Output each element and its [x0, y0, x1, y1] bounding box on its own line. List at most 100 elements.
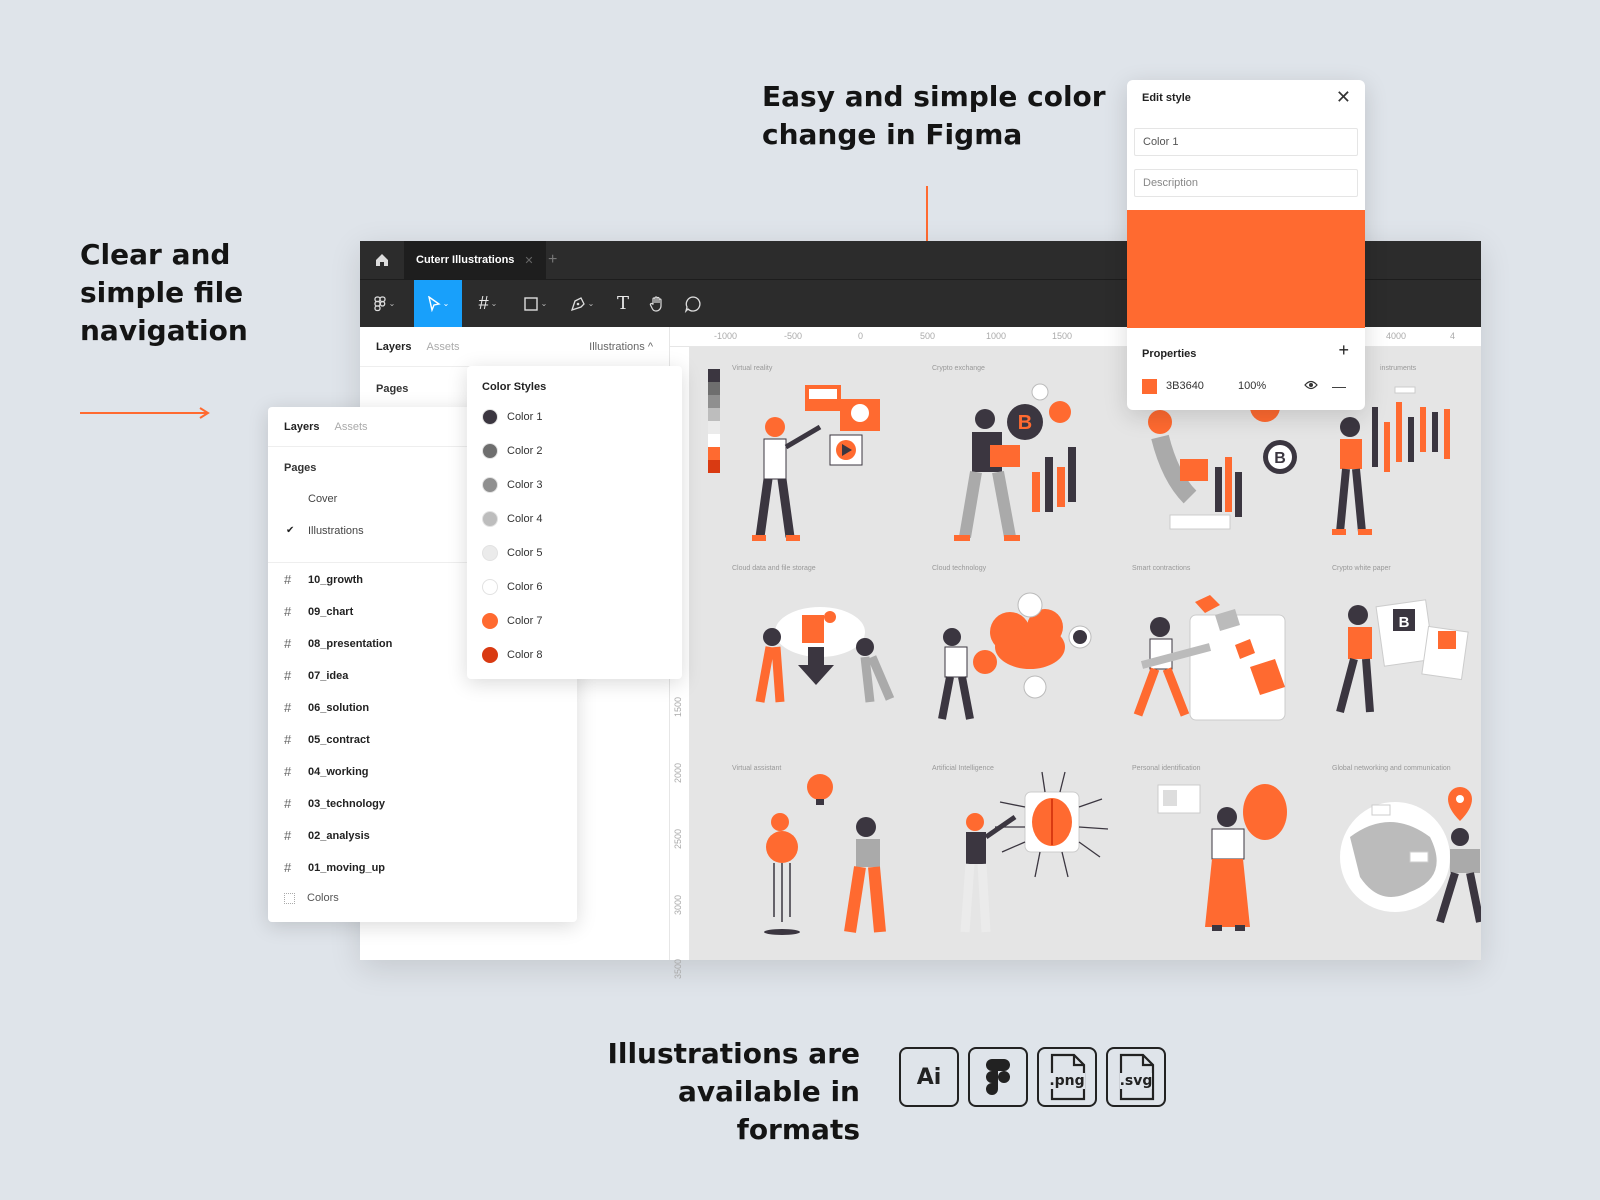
- fill-hex[interactable]: 3B3640: [1166, 380, 1238, 392]
- svg-text:B: B: [1399, 614, 1410, 631]
- frame-01-moving-up[interactable]: #01_moving_up: [284, 860, 385, 875]
- frame-label: 01_moving_up: [308, 861, 386, 874]
- frame-05-contract[interactable]: #05_contract: [284, 732, 370, 747]
- tab-assets[interactable]: Assets: [334, 421, 367, 433]
- fill-swatch[interactable]: [1142, 378, 1157, 394]
- ruler-tick: -500: [784, 331, 803, 341]
- frame-label: 06_solution: [308, 701, 370, 714]
- pages-label: Pages: [376, 383, 409, 395]
- color-style-7[interactable]: Color 7: [482, 613, 542, 629]
- plus-icon[interactable]: +: [548, 251, 557, 269]
- frame-03-technology[interactable]: #03_technology: [284, 796, 385, 811]
- ruler-tick: -1000: [714, 331, 738, 341]
- edit-style-panel: Edit style ✕ Color 1 Description Propert…: [1127, 80, 1365, 410]
- color-preview[interactable]: [1127, 210, 1365, 328]
- checkmark-icon: ✔: [286, 525, 295, 536]
- page-cover[interactable]: Cover: [308, 493, 337, 505]
- frame-label: 10_growth: [308, 573, 364, 586]
- frame-09-chart[interactable]: #09_chart: [284, 604, 353, 619]
- color-label: Color 7: [507, 615, 543, 627]
- hand-tool-icon[interactable]: [642, 280, 672, 327]
- frame-icon: #: [284, 636, 292, 651]
- tab-assets[interactable]: Assets: [426, 341, 459, 353]
- color-style-5[interactable]: Color 5: [482, 545, 542, 561]
- ruler-tick: 1500: [1052, 331, 1073, 341]
- tab-cuterr-illustrations[interactable]: Cuterr Illustrations ✕: [404, 241, 546, 279]
- ruler-tick: 3000: [673, 894, 683, 915]
- tab-layers[interactable]: Layers: [284, 421, 319, 433]
- ruler-tick: 4: [1450, 331, 1456, 341]
- color-style-4[interactable]: Color 4: [482, 511, 542, 527]
- illustrations-grid: B B B: [752, 383, 1481, 935]
- ruler-tick: 1500: [673, 696, 683, 717]
- home-icon[interactable]: [360, 241, 404, 279]
- frame-icon: #: [284, 796, 292, 811]
- eye-icon[interactable]: [1304, 380, 1318, 393]
- remove-icon[interactable]: —: [1332, 378, 1346, 394]
- pen-tool-icon[interactable]: ⌄: [562, 280, 602, 327]
- frame-04-working[interactable]: #04_working: [284, 764, 369, 779]
- frame-label: 03_technology: [308, 797, 386, 810]
- color-label: Color 2: [507, 445, 543, 457]
- arrow-right-icon: [80, 407, 210, 419]
- color-style-3[interactable]: Color 3: [482, 477, 542, 493]
- svg-text:B: B: [1018, 412, 1032, 434]
- tab-layers[interactable]: Layers: [376, 341, 411, 353]
- frame-label: Colors: [307, 892, 339, 904]
- ruler-tick: 2500: [673, 828, 683, 849]
- svg-format-icon: .svg: [1106, 1047, 1166, 1107]
- frame-label: 08_presentation: [308, 637, 393, 650]
- ruler-tick: 4000: [1386, 331, 1407, 341]
- frame-icon: #: [284, 732, 292, 747]
- page-selector[interactable]: Illustrations ^: [589, 341, 653, 353]
- add-property-icon[interactable]: +: [1338, 340, 1349, 361]
- illustration-virtual-reality: [752, 385, 880, 541]
- frame-tool-icon[interactable]: # ⌄: [468, 280, 508, 327]
- frame-08-presentation[interactable]: #08_presentation: [284, 636, 392, 651]
- color-style-6[interactable]: Color 6: [482, 579, 542, 595]
- text-tool-icon[interactable]: T: [608, 280, 638, 327]
- close-icon[interactable]: ✕: [524, 254, 533, 267]
- close-icon[interactable]: ✕: [1336, 87, 1351, 108]
- ai-format-label: Ai: [916, 1064, 942, 1090]
- page-illustrations[interactable]: Illustrations: [308, 525, 364, 537]
- color-styles-title: Color Styles: [482, 381, 547, 393]
- style-name-input[interactable]: Color 1: [1134, 128, 1358, 156]
- illustration-cloud-storage: [755, 607, 895, 703]
- ruler-tick: 2000: [673, 762, 683, 783]
- rectangle-tool-icon[interactable]: ⌄: [515, 280, 555, 327]
- illustration-artificial-intelligence: [960, 771, 1109, 933]
- figma-menu-icon[interactable]: ⌄: [360, 280, 408, 327]
- tab-label: Cuterr Illustrations: [416, 254, 515, 266]
- frame-06-solution[interactable]: #06_solution: [284, 700, 369, 715]
- color-style-8[interactable]: Color 8: [482, 647, 542, 663]
- color-label: Color 5: [507, 547, 543, 559]
- frame-10-growth[interactable]: #10_growth: [284, 572, 363, 587]
- edit-style-title: Edit style: [1142, 92, 1191, 104]
- frame-label: 07_idea: [308, 669, 349, 682]
- color-label: Color 8: [507, 649, 543, 661]
- color-styles-popup: Color Styles Color 1 Color 2 Color 3 Col…: [467, 366, 682, 679]
- ruler-tick: 0: [858, 331, 864, 341]
- dotted-frame-icon: [284, 892, 295, 904]
- png-format-icon: .png: [1037, 1047, 1097, 1107]
- color-dot: [482, 613, 498, 629]
- frame-07-idea[interactable]: #07_idea: [284, 668, 348, 683]
- pages-label: Pages: [284, 462, 317, 474]
- move-tool-icon[interactable]: ⌄: [414, 280, 462, 327]
- svg-text:B: B: [1274, 450, 1286, 467]
- color-label: Color 6: [507, 581, 543, 593]
- frame-label: 09_chart: [308, 605, 354, 618]
- illustration-virtual-assistant: [764, 774, 886, 935]
- color-style-1[interactable]: Color 1: [482, 409, 542, 425]
- heading-color-change: Easy and simple color change in Figma: [762, 80, 1106, 151]
- figma-format-icon: [968, 1047, 1028, 1107]
- canvas[interactable]: Virtual reality Crypto exchange instrume…: [690, 347, 1481, 960]
- comment-tool-icon[interactable]: [678, 280, 708, 327]
- frame-02-analysis[interactable]: #02_analysis: [284, 828, 370, 843]
- heading-file-navigation: Clear and simple file navigation: [80, 238, 248, 347]
- frame-colors[interactable]: Colors: [284, 892, 339, 904]
- description-input[interactable]: Description: [1134, 169, 1358, 197]
- fill-opacity[interactable]: 100%: [1238, 380, 1304, 392]
- color-style-2[interactable]: Color 2: [482, 443, 542, 459]
